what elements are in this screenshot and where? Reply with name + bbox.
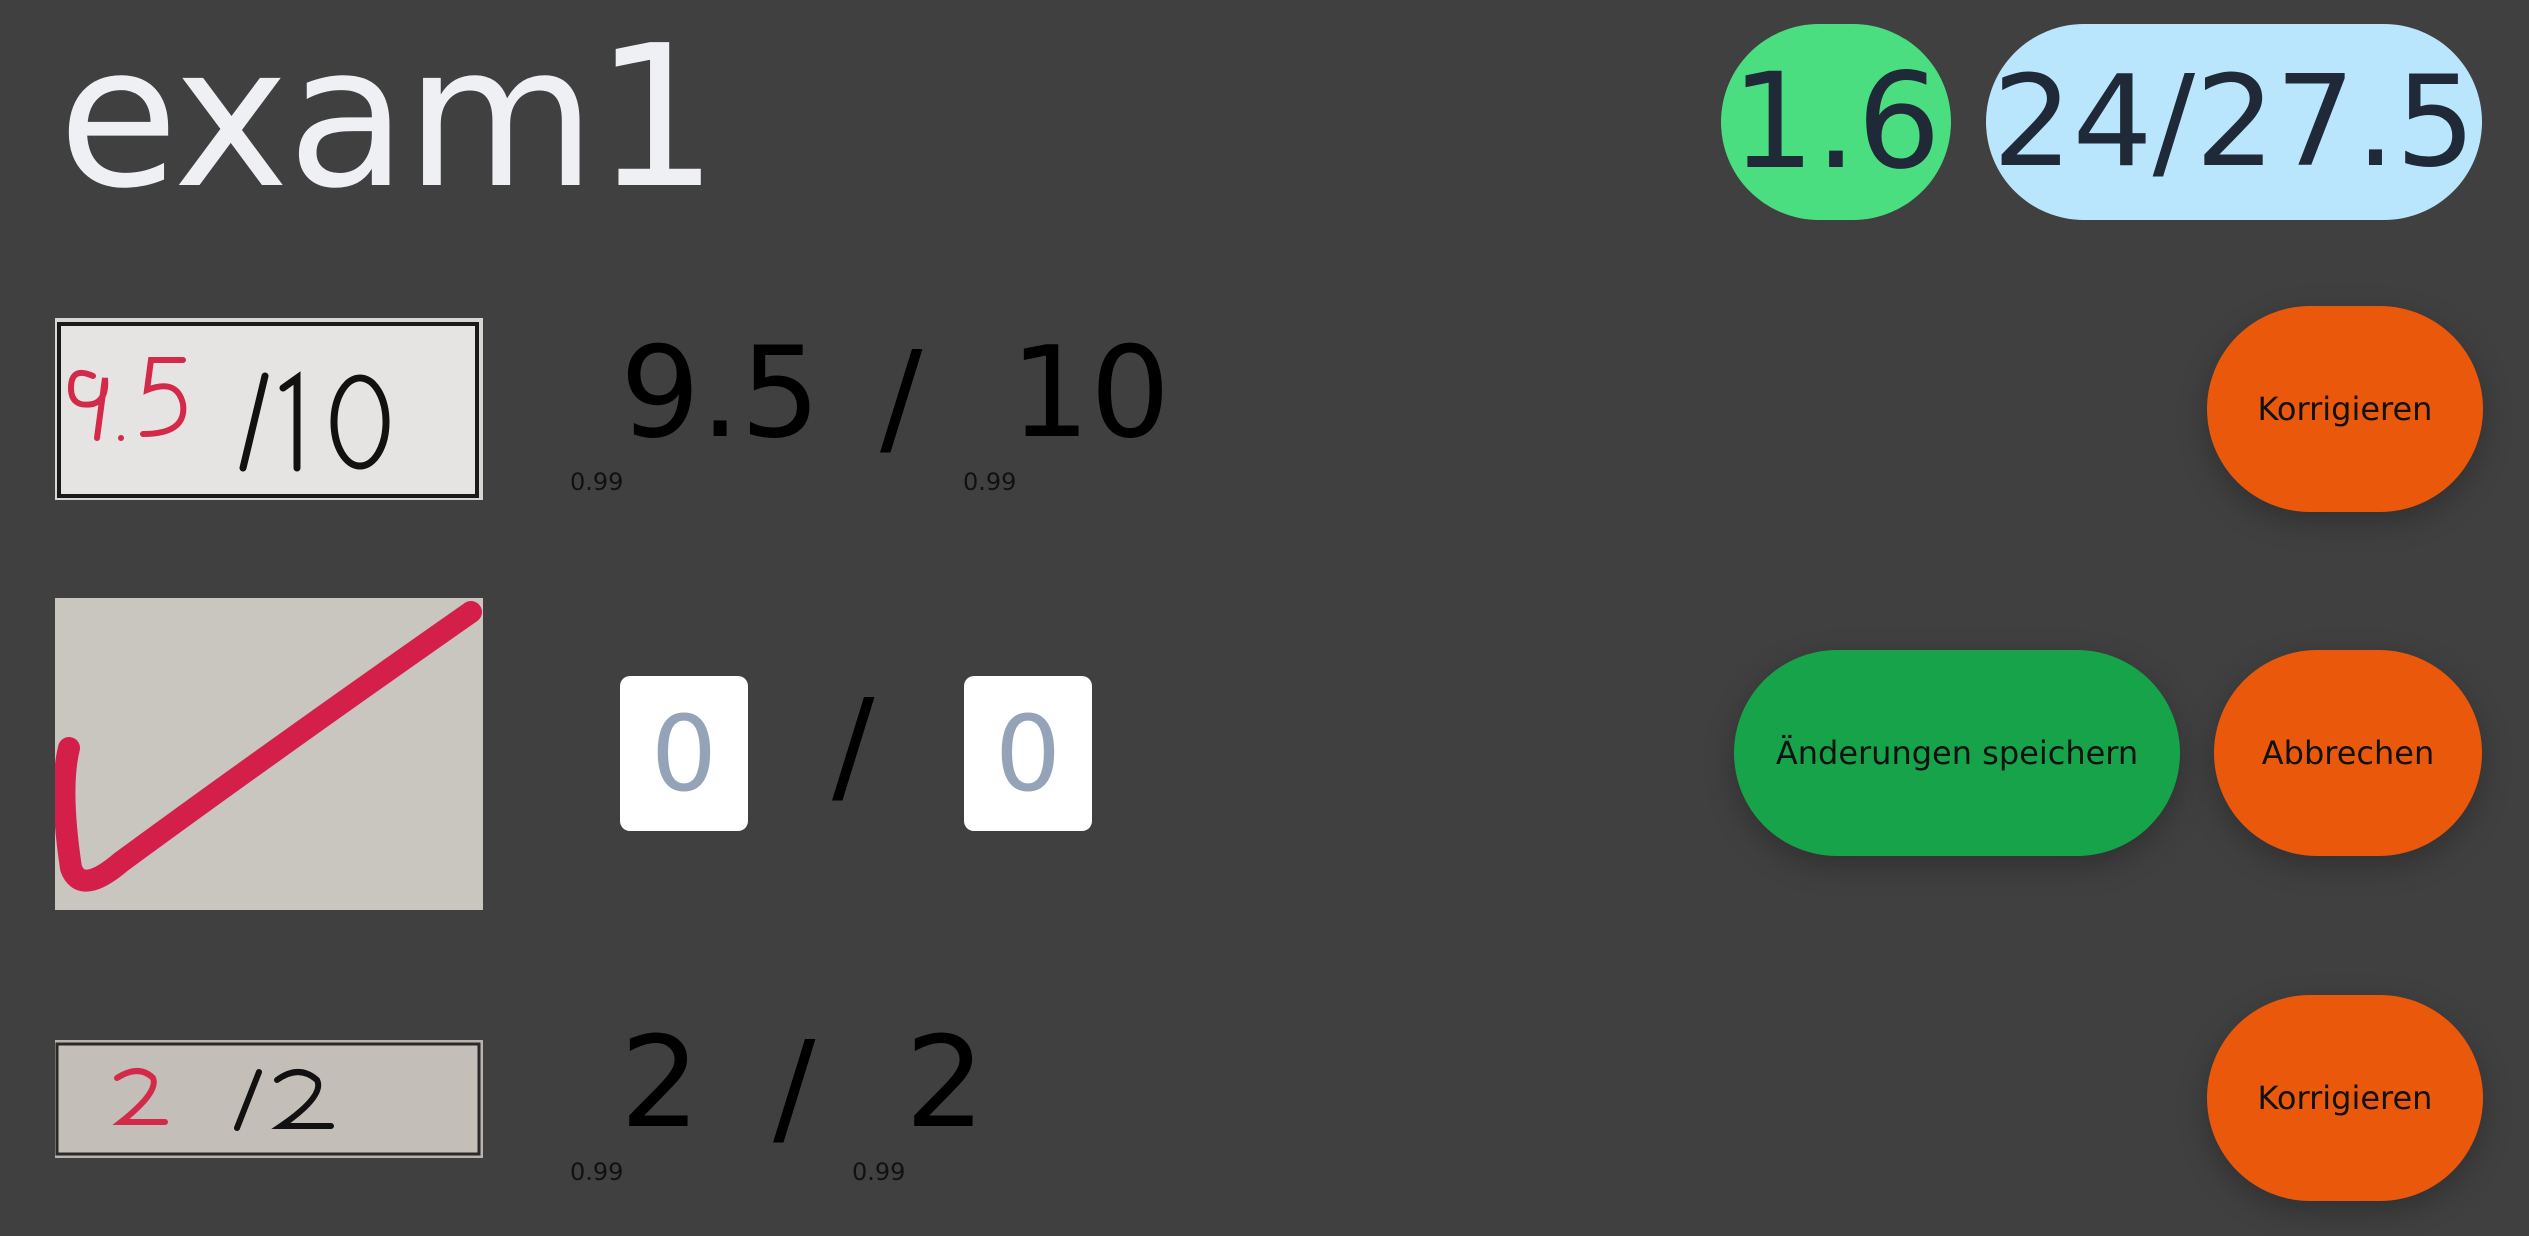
max-points-confidence: 0.99	[963, 468, 1017, 496]
max-points-value: 2	[905, 1009, 986, 1156]
points-confidence: 0.99	[570, 468, 624, 496]
score-separator: /	[773, 1014, 816, 1161]
score-thumbnail-image	[55, 1040, 483, 1158]
points-value: 9.5	[620, 319, 821, 466]
checkmark-thumbnail-image	[55, 598, 483, 910]
correct-button[interactable]: Korrigieren	[2207, 306, 2483, 512]
max-points-value: 10	[1010, 319, 1171, 466]
exam-title: exam1	[58, 4, 719, 232]
total-score-badge: 24/27.5	[1986, 24, 2482, 220]
score-thumbnail-image	[55, 318, 483, 500]
handwritten-score-2-of-2	[55, 1040, 483, 1158]
correct-button[interactable]: Korrigieren	[2207, 995, 2483, 1201]
cancel-button[interactable]: Abbrechen	[2214, 650, 2482, 856]
save-changes-button[interactable]: Änderungen speichern	[1734, 650, 2180, 856]
handwritten-checkmark	[55, 598, 483, 910]
points-confidence: 0.99	[570, 1158, 624, 1186]
points-input[interactable]	[620, 676, 748, 831]
grade-badge: 1.6	[1721, 24, 1951, 220]
max-points-input[interactable]	[964, 676, 1092, 831]
score-separator: /	[832, 672, 875, 819]
score-separator: /	[880, 324, 923, 471]
max-points-confidence: 0.99	[852, 1158, 906, 1186]
points-value: 2	[620, 1009, 701, 1156]
handwritten-score-9.5-of-10	[55, 318, 483, 500]
